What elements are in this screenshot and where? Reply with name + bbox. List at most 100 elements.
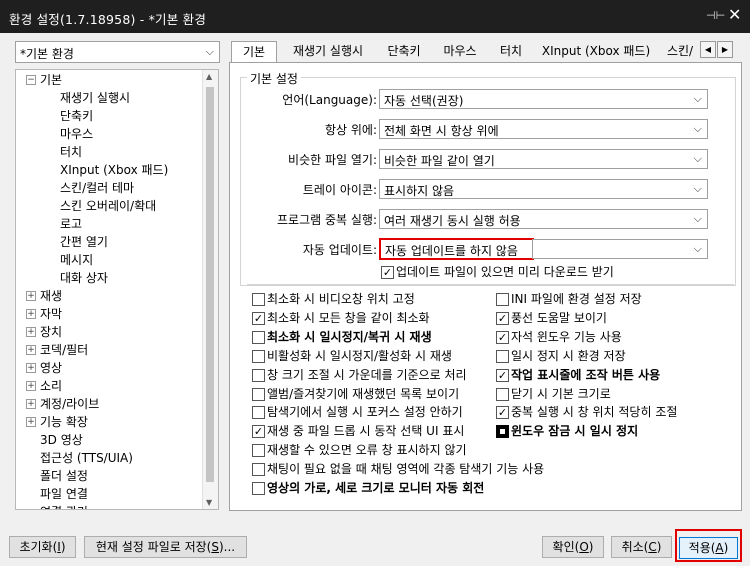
option-label: 채팅이 필요 없을 때 채팅 영역에 각종 탐색기 기능 사용 [267, 462, 545, 477]
option-label: 재생할 수 있으면 오류 창 표시하지 않기 [267, 443, 467, 458]
tree-item[interactable]: − 기본 [26, 71, 62, 89]
expand-icon[interactable]: + [26, 327, 36, 337]
expand-icon[interactable]: + [26, 399, 36, 409]
tree-item[interactable]: 연결 관리 [40, 503, 88, 509]
checkbox-box [496, 425, 509, 439]
setting-label: 트레이 아이콘: [302, 183, 377, 197]
tree-item[interactable]: + 계정/라이브 [26, 395, 99, 413]
ok-tail: ) [588, 540, 594, 554]
setting-select[interactable]: 비슷한 파일 같이 열기 ⌵ [379, 149, 708, 169]
tab-basic[interactable]: 기본 [231, 41, 277, 63]
tree-item[interactable]: 3D 영상 [40, 431, 83, 449]
tree-item[interactable]: 파일 연결 [40, 485, 88, 503]
tab-scroll-left-icon[interactable]: ◀ [700, 41, 716, 58]
tree-scrollbar[interactable]: ▲ ▼ [202, 70, 218, 509]
tree-item[interactable]: 단축키 [60, 107, 93, 125]
collapse-icon[interactable]: − [26, 75, 36, 85]
reset-button[interactable]: 초기화(I) [9, 536, 76, 558]
save-settings-file-button[interactable]: 현재 설정 파일로 저장(S)... [84, 536, 247, 558]
setting-select[interactable]: 여러 재생기 동시 실행 허용 ⌵ [379, 209, 708, 229]
tree-item[interactable]: + 영상 [26, 359, 63, 377]
tree-item[interactable]: 대화 상자 [60, 269, 108, 287]
tree-item[interactable]: + 소리 [26, 377, 62, 395]
scrollbar-thumb[interactable] [206, 87, 214, 482]
checkbox-box [496, 293, 509, 306]
checkbox-box: ✓ [496, 330, 509, 344]
chevron-down-icon: ⌵ [693, 92, 702, 105]
tree-item-label: 3D 영상 [40, 433, 83, 447]
checkbox-box [252, 387, 265, 401]
tree-item-label: 스킨 오버레이/확대 [60, 199, 157, 213]
tab-shortcuts[interactable]: 단축키 [380, 41, 428, 62]
checkbox-box: ✓ [381, 266, 394, 279]
tab-mouse[interactable]: 마우스 [436, 41, 484, 62]
setting-select[interactable]: 전체 화면 시 항상 위에 ⌵ [379, 119, 708, 139]
tree-item[interactable]: 스킨/컬러 테마 [60, 179, 134, 197]
tab-scroll[interactable]: ◀ ▶ [700, 41, 734, 58]
tree-item[interactable]: 메시지 [60, 251, 93, 269]
tree-item[interactable]: + 장치 [26, 323, 62, 341]
tree-item[interactable]: 마우스 [60, 125, 93, 143]
checkbox-box [252, 349, 265, 363]
expand-icon[interactable]: + [26, 381, 36, 391]
setting-label: 항상 위에: [324, 123, 377, 137]
tree-item[interactable]: 터치 [60, 143, 82, 161]
expand-icon[interactable]: + [26, 363, 36, 373]
tab-touch[interactable]: 터치 [494, 41, 528, 62]
chevron-down-icon: ⌵ [693, 212, 702, 225]
save-label: 현재 설정 파일로 저장( [95, 540, 212, 554]
tree-item[interactable]: 간편 열기 [60, 233, 108, 251]
expand-icon[interactable]: + [26, 417, 36, 427]
tree-item[interactable]: 접근성 (TTS/UIA) [40, 449, 133, 467]
tree-item[interactable]: 스킨 오버레이/확대 [60, 197, 156, 215]
cancel-tail: ) [656, 540, 662, 554]
tree-item-label: 영상 [40, 361, 63, 375]
option-label: 작업 표시줄에 조작 버튼 사용 [511, 367, 661, 382]
option-label: 닫기 시 기본 크기로 [511, 386, 611, 401]
tree-item[interactable]: 로고 [60, 215, 82, 233]
setting-label: 비슷한 파일 열기: [288, 153, 377, 167]
expand-icon[interactable]: + [26, 309, 36, 319]
option-label: 윈도우 잠금 시 일시 정지 [511, 424, 639, 439]
pin-icon[interactable]: ⊣⊢ [706, 9, 725, 22]
option-label: 최소화 시 비디오창 위치 고정 [267, 292, 415, 306]
close-icon[interactable]: ✕ [728, 5, 741, 24]
scroll-up-icon[interactable]: ▲ [206, 72, 212, 81]
cancel-button[interactable]: 취소(C) [611, 536, 672, 558]
auto-update-select-extension[interactable]: ⌵ [532, 239, 708, 259]
tree-item[interactable]: + 재생 [26, 287, 62, 305]
tab-xinput[interactable]: XInput (Xbox 패드) [540, 41, 652, 62]
expand-icon[interactable]: + [26, 345, 36, 355]
checkbox-box [252, 444, 265, 458]
tab-skin[interactable]: 스킨/ [662, 41, 698, 62]
tree-item[interactable]: + 자막 [26, 305, 62, 323]
setting-select-value: 비슷한 파일 같이 열기 [384, 154, 495, 168]
setting-select[interactable]: 표시하지 않음 ⌵ [379, 179, 708, 199]
setting-select[interactable]: 자동 업데이트를 하지 않음 [379, 238, 534, 260]
checkbox-box: ✓ [496, 406, 509, 420]
save-key: S [211, 540, 219, 554]
checkbox-box [252, 482, 265, 495]
tab-scroll-right-icon[interactable]: ▶ [717, 41, 733, 58]
tree-item[interactable]: 폴더 설정 [40, 467, 88, 485]
setting-select[interactable]: 자동 선택(권장) ⌵ [379, 89, 708, 109]
title-bar: 환경 설정(1.7.18958) - *기본 환경 ⊣⊢ ✕ [0, 0, 750, 33]
group-title: 기본 설정 [247, 70, 301, 87]
tree-item[interactable]: + 코덱/필터 [26, 341, 88, 359]
tree-item[interactable]: XInput (Xbox 패드) [60, 161, 168, 179]
tree-item[interactable]: + 기능 확장 [26, 413, 88, 431]
tree-item[interactable]: 재생기 실행시 [60, 89, 130, 107]
scroll-down-icon[interactable]: ▼ [206, 498, 212, 507]
chevron-down-icon: ⌵ [693, 242, 702, 255]
setting-select-value: 자동 선택(권장) [384, 94, 464, 108]
tree-item-label: 파일 연결 [40, 487, 88, 501]
tab-player-launch[interactable]: 재생기 실행시 [283, 41, 373, 62]
expand-icon[interactable]: + [26, 291, 36, 301]
settings-tree[interactable]: − 기본 재생기 실행시 단축키 마우스 터치 XInput (Xbox 패드) 스킨/컬러 … [15, 69, 219, 510]
profile-select[interactable]: *기본 환경 ⌵ [15, 41, 220, 63]
checkbox-box [496, 387, 509, 401]
tree-item-label: 폴더 설정 [40, 469, 88, 483]
ok-button[interactable]: 확인(O) [542, 536, 604, 558]
apply-button[interactable]: 적용(A) [679, 537, 738, 559]
predownload-label: 업데이트 파일이 있으면 미리 다운로드 받기 [396, 265, 614, 279]
